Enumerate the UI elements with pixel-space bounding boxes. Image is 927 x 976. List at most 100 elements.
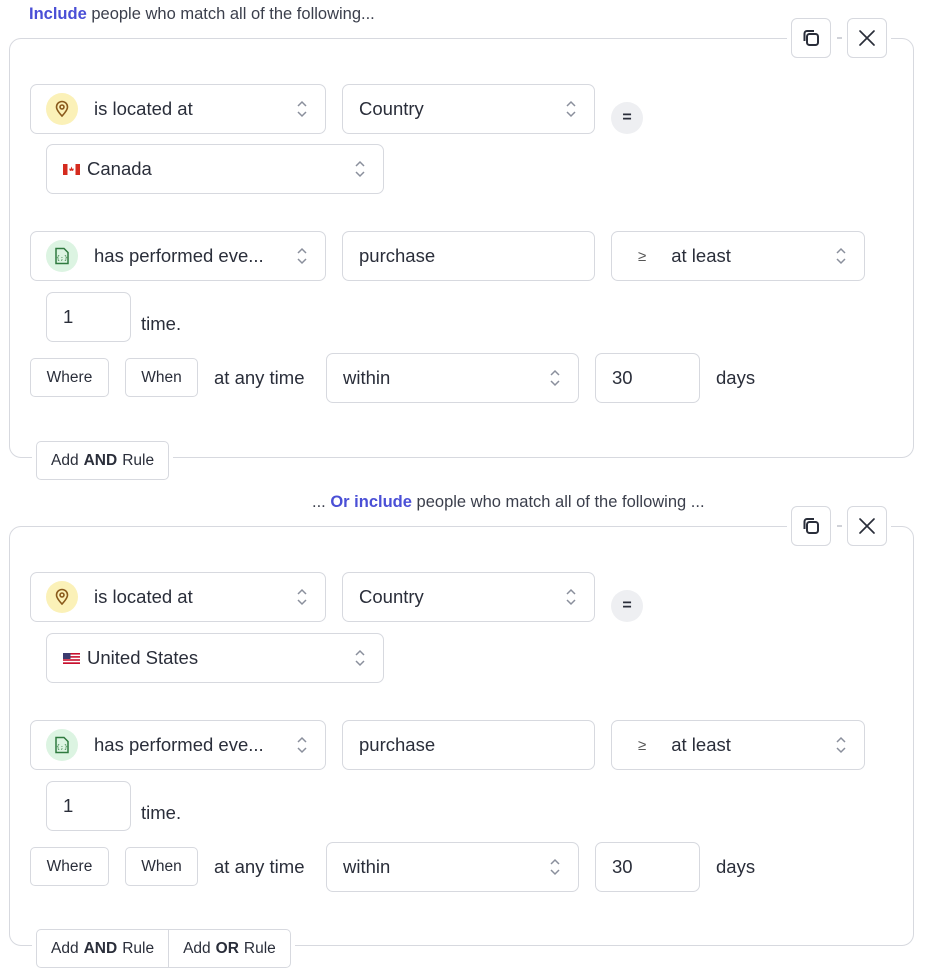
add-and-rule-button[interactable]: Add AND Rule <box>36 929 170 968</box>
add-or-rule-button[interactable]: Add OR Rule <box>169 929 291 968</box>
copy-icon <box>803 518 819 534</box>
event-name-value: purchase <box>359 734 436 755</box>
count-suffix: time. <box>141 313 182 334</box>
location-field-select[interactable]: Country <box>342 84 595 134</box>
time-value-input[interactable]: 30 <box>595 842 700 892</box>
where-button[interactable]: Where <box>30 847 109 886</box>
remove-group-button[interactable] <box>847 506 887 546</box>
location-field-label: Country <box>359 98 424 119</box>
chevron-up-down-icon <box>353 158 367 180</box>
group-1-heading: Include people who match all of the foll… <box>29 5 375 24</box>
rule-type-select[interactable]: {;} has performed eve... <box>30 231 326 281</box>
heading-text: people who match all of the following ..… <box>411 493 705 511</box>
rule-type-select[interactable]: is located at <box>30 84 326 134</box>
location-field-label: Country <box>359 586 424 607</box>
rule-type-select[interactable]: {;} has performed eve... <box>30 720 326 770</box>
event-name-input[interactable]: purchase <box>342 231 595 281</box>
comparator-select[interactable]: ≥ at least <box>611 720 865 770</box>
label-post: Rule <box>122 939 155 957</box>
location-value-label: Canada <box>87 158 152 179</box>
when-button[interactable]: When <box>125 847 198 886</box>
location-value: Canada <box>63 158 353 180</box>
chevron-up-down-icon <box>295 734 309 756</box>
time-value: 30 <box>612 856 633 877</box>
chevron-up-down-icon <box>548 856 562 878</box>
event-name-input[interactable]: purchase <box>342 720 595 770</box>
svg-text:{;}: {;} <box>56 743 68 751</box>
time-unit: days <box>716 856 756 877</box>
chevron-up-down-icon <box>548 367 562 389</box>
event-count-value: 1 <box>63 795 74 816</box>
us-flag-icon <box>63 652 80 664</box>
time-operator-label: within <box>343 367 391 388</box>
close-icon <box>859 518 875 534</box>
label-pre: Add <box>51 451 79 469</box>
label-post: Rule <box>122 451 155 469</box>
rule-type-label: is located at <box>94 98 193 119</box>
svg-text:{;}: {;} <box>56 254 68 262</box>
greater-equal-icon: ≥ <box>638 247 647 265</box>
label-bold: AND <box>83 451 118 469</box>
close-icon <box>859 30 875 46</box>
label-post: Rule <box>243 939 276 957</box>
location-field-select[interactable]: Country <box>342 572 595 622</box>
group-1-add-rule-bar: Add AND Rule <box>32 441 174 480</box>
time-unit: days <box>716 367 756 388</box>
operator-equals-badge: = <box>611 590 643 622</box>
time-prefix: at any time <box>214 367 305 388</box>
where-button[interactable]: Where <box>30 358 109 397</box>
chevron-up-down-icon <box>564 586 578 608</box>
time-value-input[interactable]: 30 <box>595 353 700 403</box>
event-name-value: purchase <box>359 245 436 266</box>
heading-accent: Include <box>29 5 87 23</box>
event-count-input[interactable]: 1 <box>46 292 131 342</box>
group-2-actions <box>787 506 891 546</box>
label-bold: AND <box>83 939 118 957</box>
chevron-up-down-icon <box>295 98 309 120</box>
comparator-select[interactable]: ≥ at least <box>611 231 865 281</box>
when-button[interactable]: When <box>125 358 198 397</box>
add-and-rule-button[interactable]: Add AND Rule <box>36 441 170 480</box>
comparator-label: at least <box>671 245 731 266</box>
time-operator-label: within <box>343 856 391 877</box>
group-2-add-rule-bar: Add AND Rule Add OR Rule <box>32 929 295 968</box>
label-pre: Add <box>183 939 211 957</box>
location-value: United States <box>63 647 353 669</box>
operator-equals-badge: = <box>611 102 643 134</box>
remove-group-button[interactable] <box>847 18 887 58</box>
chevron-up-down-icon <box>295 245 309 267</box>
canada-flag-icon <box>63 163 80 175</box>
rule-type-select[interactable]: is located at <box>30 572 326 622</box>
greater-equal-icon: ≥ <box>638 736 647 754</box>
comparator-label: at least <box>671 734 731 755</box>
duplicate-group-button[interactable] <box>791 18 831 58</box>
group-2-heading: ... Or include people who match all of t… <box>312 493 705 512</box>
label-bold: OR <box>215 939 239 957</box>
heading-text: people who match all of the following... <box>86 5 375 23</box>
time-operator-select[interactable]: within <box>326 842 579 892</box>
chevron-up-down-icon <box>353 647 367 669</box>
copy-icon <box>803 30 819 46</box>
chevron-up-down-icon <box>564 98 578 120</box>
map-pin-icon <box>46 581 78 613</box>
location-value-label: United States <box>87 647 199 668</box>
group-1-actions <box>787 18 891 58</box>
location-value-select[interactable]: United States <box>46 633 384 683</box>
duplicate-group-button[interactable] <box>791 506 831 546</box>
label-pre: Add <box>51 939 79 957</box>
heading-accent: Or include <box>330 493 412 511</box>
rule-type-label: has performed eve... <box>94 245 264 266</box>
event-count-input[interactable]: 1 <box>46 781 131 831</box>
chevron-up-down-icon <box>834 734 848 756</box>
time-value: 30 <box>612 367 633 388</box>
heading-prefix: ... <box>312 493 331 511</box>
divider <box>831 18 847 58</box>
event-file-icon: {;} <box>46 240 78 272</box>
time-operator-select[interactable]: within <box>326 353 579 403</box>
chevron-up-down-icon <box>295 586 309 608</box>
location-value-select[interactable]: Canada <box>46 144 384 194</box>
count-suffix: time. <box>141 802 182 823</box>
event-count-value: 1 <box>63 306 74 327</box>
rule-type-label: has performed eve... <box>94 734 264 755</box>
rule-type-label: is located at <box>94 586 193 607</box>
